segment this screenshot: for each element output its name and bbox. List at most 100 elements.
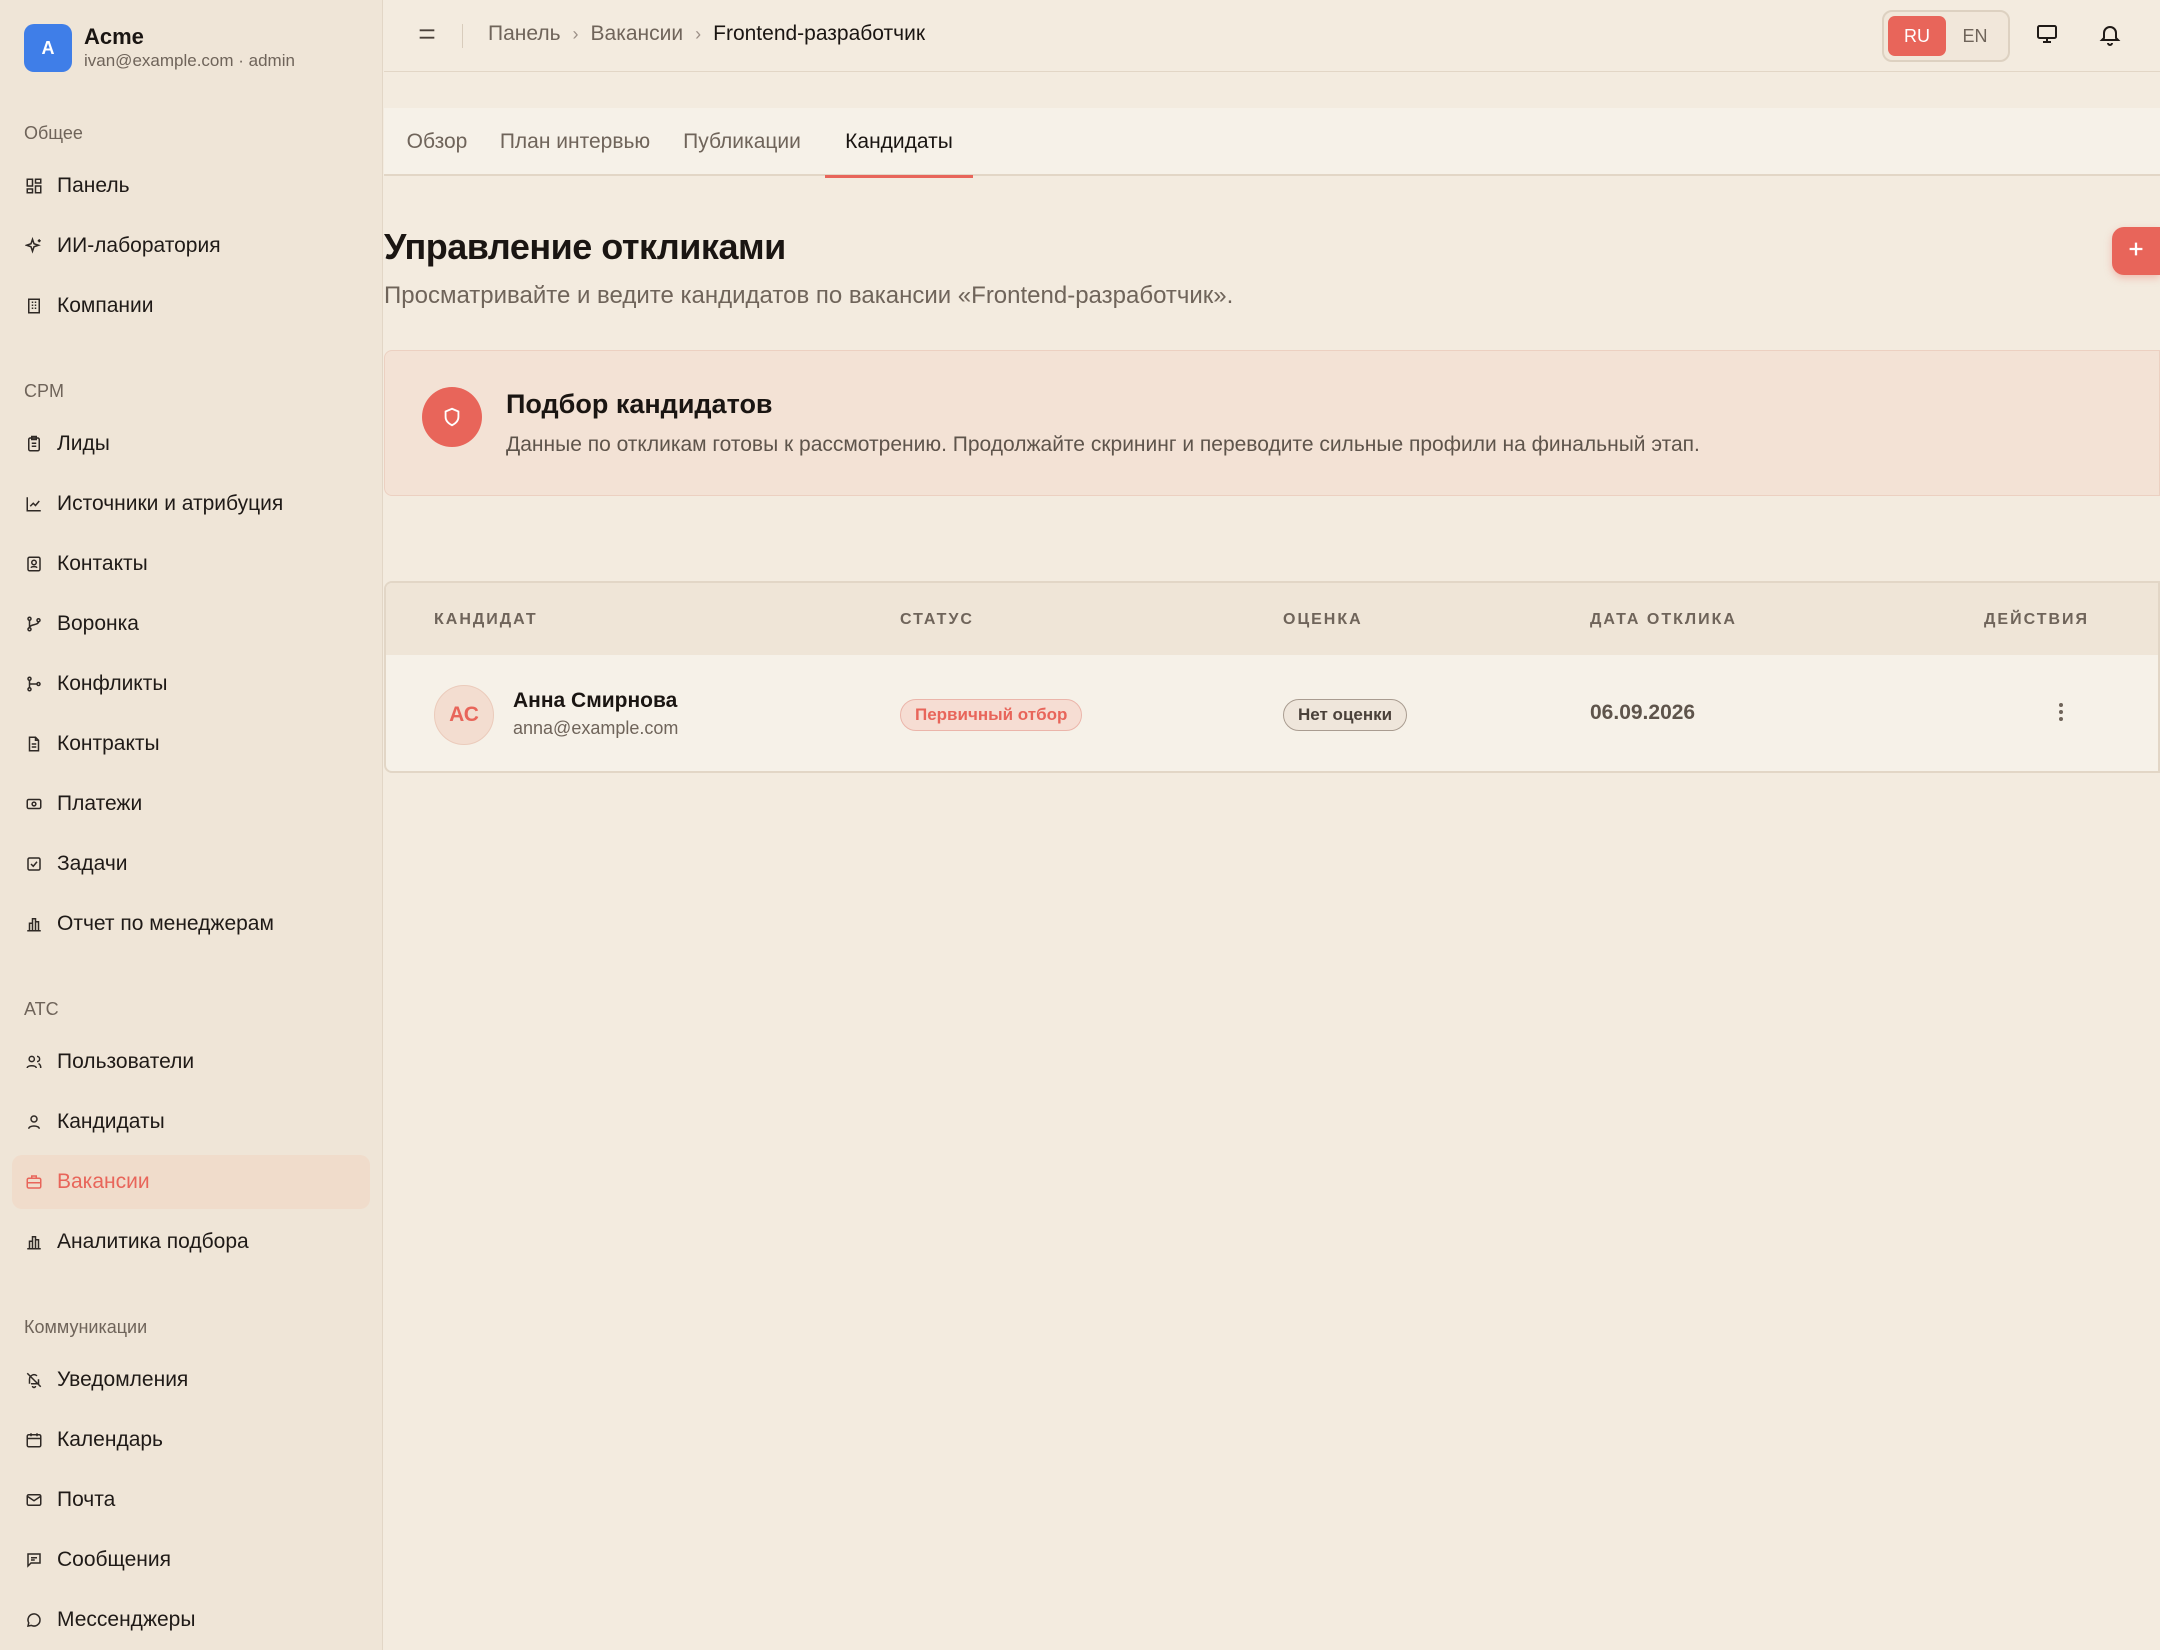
sidebar-item-vacancies[interactable]: Вакансии	[12, 1155, 370, 1209]
sidebar-item-mail[interactable]: Почта	[12, 1473, 370, 1527]
sidebar-item-companies[interactable]: Компании	[12, 279, 370, 333]
candidates-table: КАНДИДАТ СТАТУС ОЦЕНКА ДАТА ОТКЛИКА ДЕЙС…	[384, 581, 2160, 773]
building-icon	[24, 296, 44, 316]
sidebar-item-tasks[interactable]: Задачи	[12, 837, 370, 891]
workspace-name: Acme	[84, 24, 144, 49]
add-candidate-button[interactable]	[2112, 227, 2160, 275]
breadcrumb-dashboard[interactable]: Панель	[488, 22, 561, 46]
info-banner: Подбор кандидатов Данные по откликам гот…	[384, 350, 2160, 496]
sidebar-item-messengers[interactable]: Мессенджеры	[12, 1593, 370, 1647]
score-badge: Нет оценки	[1283, 699, 1408, 731]
sidebar-item-label: Календарь	[57, 1428, 163, 1451]
sidebar-item-label: ИИ-лаборатория	[57, 234, 221, 257]
tab-overview[interactable]: Обзор	[402, 108, 472, 176]
sidebar-item-users[interactable]: Пользователи	[12, 1035, 370, 1089]
sidebar-item-label: Почта	[57, 1488, 116, 1511]
tab-publications[interactable]: Публикации	[678, 108, 806, 176]
calendar-icon	[24, 1430, 44, 1450]
sidebar-item-label: Мессенджеры	[57, 1608, 196, 1631]
sidebar-item-manager-report[interactable]: Отчет по менеджерам	[12, 897, 370, 951]
sidebar-item-label: Компании	[57, 294, 154, 317]
sidebar-item-label: Отчет по менеджерам	[57, 912, 274, 935]
topbar: Панель › Вакансии › Frontend-разработчик…	[384, 0, 2160, 72]
divider	[462, 24, 463, 48]
section-label-communications: Коммуникации	[24, 1317, 148, 1337]
section-label-cpm: CPM	[24, 381, 64, 401]
column-header-score: ОЦЕНКА	[1283, 611, 1363, 628]
sidebar-item-label: Источники и атрибуция	[57, 492, 284, 515]
sidebar-item-payments[interactable]: Платежи	[12, 777, 370, 831]
chevron-right-icon: ›	[572, 23, 579, 44]
user-icon	[24, 1112, 44, 1132]
sidebar-item-label: Воронка	[57, 612, 139, 635]
page-subtitle: Просматривайте и ведите кандидатов по ва…	[384, 282, 1234, 309]
column-header-actions: ДЕЙСТВИЯ	[1984, 611, 2090, 628]
menu-icon	[416, 23, 438, 50]
user-account: ivan@example.com · admin	[84, 51, 295, 70]
more-vertical-icon	[2049, 700, 2073, 729]
avatar: АС	[434, 685, 494, 745]
sparkles-icon	[24, 236, 44, 256]
vacancy-tabs: Обзор План интервью Публикации Кандидаты	[384, 108, 2160, 178]
candidate-name[interactable]: Анна Смирнова	[513, 689, 677, 713]
sidebar: A Acme ivan@example.com · admin Общее Па…	[0, 0, 383, 1650]
row-actions-button[interactable]	[2046, 699, 2076, 729]
lang-en-button[interactable]: EN	[1946, 16, 2004, 56]
tab-candidates[interactable]: Кандидаты	[825, 108, 973, 178]
sidebar-item-contacts[interactable]: Контакты	[12, 537, 370, 591]
sidebar-item-sources[interactable]: Источники и атрибуция	[12, 477, 370, 531]
message-square-icon	[24, 1550, 44, 1570]
sidebar-item-label: Задачи	[57, 852, 128, 875]
breadcrumb: Панель › Вакансии › Frontend-разработчик	[488, 22, 925, 46]
sidebar-item-label: Аналитика подбора	[57, 1230, 249, 1253]
banner-text: Данные по откликам готовы к рассмотрению…	[506, 433, 1700, 456]
language-switcher: RU EN	[1882, 10, 2010, 62]
sidebar-item-label: Вакансии	[57, 1170, 150, 1193]
workspace-avatar: A	[24, 24, 72, 72]
notifications-button[interactable]	[2094, 20, 2126, 52]
lang-ru-button[interactable]: RU	[1888, 16, 1946, 56]
sidebar-toggle-button[interactable]	[414, 22, 440, 50]
sidebar-item-recruiting-analytics[interactable]: Аналитика подбора	[12, 1215, 370, 1269]
workspace-switcher[interactable]: A Acme ivan@example.com · admin	[24, 24, 295, 72]
users-icon	[24, 1052, 44, 1072]
sidebar-item-label: Лиды	[57, 432, 110, 455]
contact-icon	[24, 554, 44, 574]
sidebar-item-calendar[interactable]: Календарь	[12, 1413, 370, 1467]
breadcrumb-current: Frontend-разработчик	[713, 22, 926, 45]
monitor-icon	[2035, 22, 2059, 51]
sidebar-item-funnel[interactable]: Воронка	[12, 597, 370, 651]
section-label-atc: ATC	[24, 999, 59, 1019]
file-icon	[24, 734, 44, 754]
sidebar-item-label: Пользователи	[57, 1050, 195, 1073]
message-circle-icon	[24, 1610, 44, 1630]
table-header: КАНДИДАТ СТАТУС ОЦЕНКА ДАТА ОТКЛИКА ДЕЙС…	[386, 583, 2158, 655]
chart-line-icon	[24, 494, 44, 514]
section-label-general: Общее	[24, 123, 83, 143]
display-mode-button[interactable]	[2031, 20, 2063, 52]
sidebar-item-label: Сообщения	[57, 1548, 171, 1571]
git-merge-icon	[24, 674, 44, 694]
sidebar-item-contracts[interactable]: Контракты	[12, 717, 370, 771]
breadcrumb-vacancies[interactable]: Вакансии	[591, 22, 684, 46]
sidebar-item-messages[interactable]: Сообщения	[12, 1533, 370, 1587]
candidate-email: anna@example.com	[513, 718, 679, 738]
sidebar-item-label: Конфликты	[57, 672, 168, 695]
sidebar-item-label: Платежи	[57, 792, 143, 815]
sidebar-item-dashboard[interactable]: Панель	[12, 159, 370, 213]
grid-icon	[24, 176, 44, 196]
banknote-icon	[24, 794, 44, 814]
sidebar-item-leads[interactable]: Лиды	[12, 417, 370, 471]
table-row[interactable]: АС Анна Смирнова anna@example.com Первич…	[386, 655, 2158, 771]
sidebar-item-label: Уведомления	[57, 1368, 189, 1391]
bell-off-icon	[24, 1370, 44, 1390]
application-date: 06.09.2026	[1590, 701, 1696, 724]
bar-chart-icon	[24, 914, 44, 934]
sidebar-item-conflicts[interactable]: Конфликты	[12, 657, 370, 711]
sidebar-item-ai-lab[interactable]: ИИ-лаборатория	[12, 219, 370, 273]
sidebar-item-candidates[interactable]: Кандидаты	[12, 1095, 370, 1149]
git-branch-icon	[24, 614, 44, 634]
tab-interview-plan[interactable]: План интервью	[498, 108, 652, 176]
sidebar-item-notifications[interactable]: Уведомления	[12, 1353, 370, 1407]
shield-icon	[422, 387, 482, 447]
